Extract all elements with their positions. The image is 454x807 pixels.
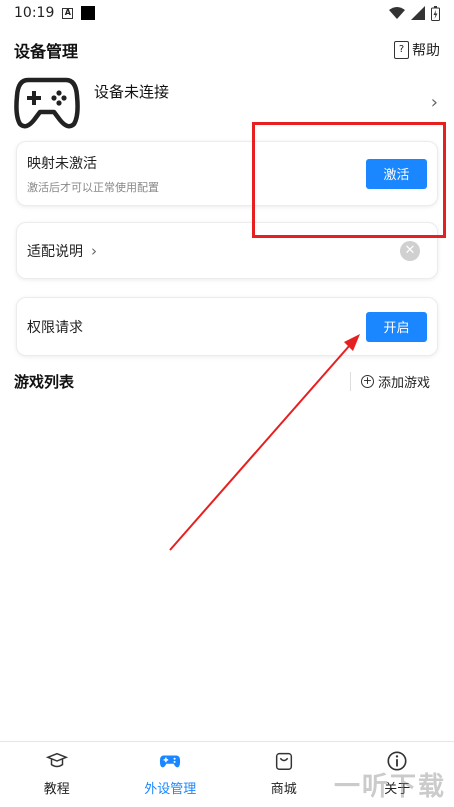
close-icon[interactable]: ✕ (400, 240, 420, 261)
add-game-button[interactable]: + 添加游戏 (349, 371, 430, 391)
adapt-info-title: 适配说明 (27, 243, 83, 260)
plus-circle-icon: + (360, 373, 374, 388)
tab-store[interactable]: 商城 (227, 742, 341, 807)
notification-a-icon: A (62, 7, 74, 19)
activation-title: 映射未激活 (27, 155, 97, 172)
help-label: 帮助 (412, 43, 440, 59)
watermark: 一听下载 (333, 772, 446, 802)
wifi-icon (389, 7, 405, 19)
help-icon: ? (394, 41, 409, 59)
gamepad-icon (160, 755, 181, 768)
activation-subtitle: 激活后才可以正常使用配置 (27, 180, 159, 194)
tab-label: 外设管理 (144, 782, 197, 797)
shopping-bag-icon (275, 752, 292, 770)
help-button[interactable]: ? 帮助 (394, 40, 440, 60)
add-game-label: 添加游戏 (377, 375, 430, 391)
signal-icon (411, 6, 425, 20)
tab-peripherals[interactable]: 外设管理 (114, 742, 228, 807)
chevron-right-icon: › (430, 91, 438, 113)
status-bar: 10:19 A (0, 0, 454, 26)
game-list-header: 游戏列表 + 添加游戏 (14, 368, 442, 394)
graduation-cap-icon (45, 752, 68, 768)
gamepad-icon (14, 77, 80, 129)
enable-permission-button[interactable]: 开启 (366, 311, 427, 342)
tab-label: 教程 (43, 782, 70, 797)
device-status: 设备未连接 (94, 82, 170, 101)
permission-card: 权限请求 开启 (16, 297, 438, 356)
chevron-right-icon: › (91, 241, 97, 260)
tab-label: 商城 (270, 782, 297, 797)
game-list-title: 游戏列表 (14, 372, 75, 391)
annotation-highlight-box (252, 122, 446, 238)
battery-icon (431, 5, 440, 21)
tab-tutorial[interactable]: 教程 (0, 742, 114, 807)
status-time: 10:19 (14, 5, 55, 21)
page-title: 设备管理 (14, 42, 79, 61)
permission-title: 权限请求 (27, 319, 83, 336)
notification-square-icon (81, 6, 96, 20)
header: 设备管理 ? 帮助 (0, 36, 454, 64)
